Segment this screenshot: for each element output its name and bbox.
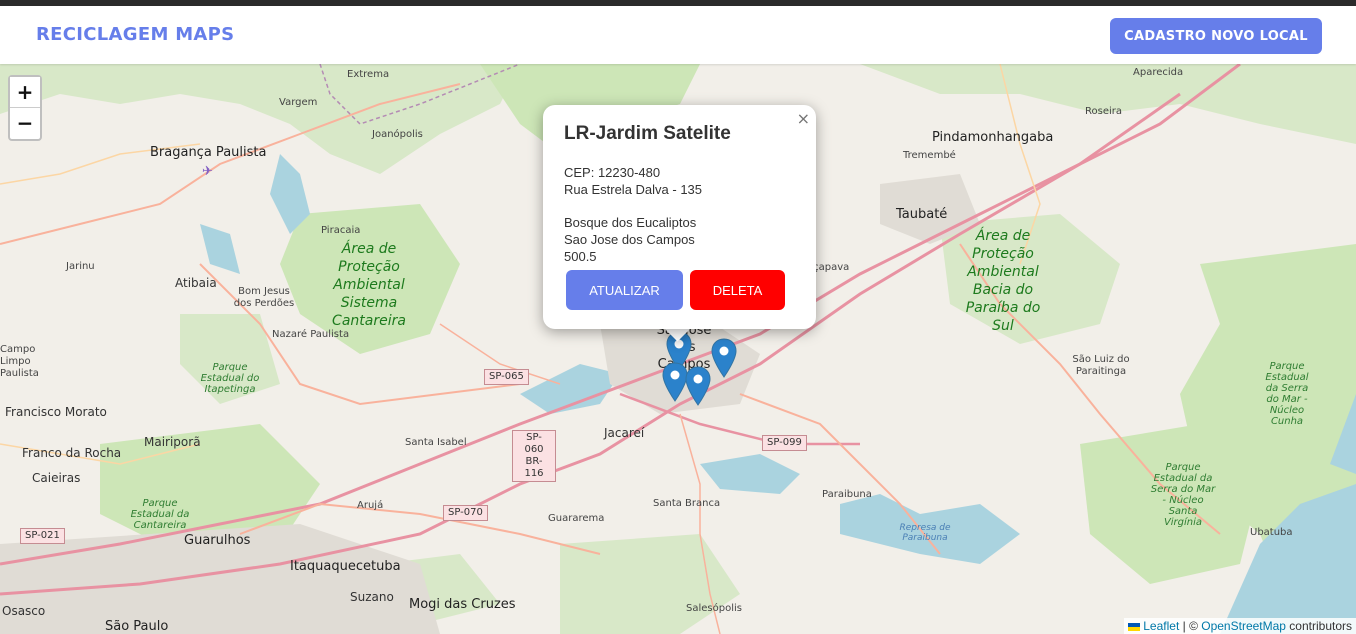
road-shield: SP-070 <box>443 505 488 521</box>
location-popup: × LR-Jardim Satelite CEP: 12230-480 Rua … <box>543 105 816 329</box>
city-label: São Luiz do Paraitinga <box>1072 354 1130 377</box>
city-label: Suzano <box>350 590 394 604</box>
city-label: Franco da Rocha <box>22 446 122 460</box>
zoom-in-button[interactable]: + <box>10 77 40 107</box>
protected-area-label: Área de Proteção Ambiental Sistema Canta… <box>332 241 406 329</box>
popup-street: Rua Estrela Dalva - 135 <box>564 182 703 197</box>
city-label: Paraibuna <box>822 489 872 500</box>
leaflet-link[interactable]: Leaflet <box>1143 619 1179 633</box>
cadastro-novo-local-button[interactable]: CADASTRO NOVO LOCAL <box>1110 18 1322 54</box>
update-button[interactable]: ATUALIZAR <box>566 270 683 310</box>
city-label: Bragança Paulista <box>150 145 267 160</box>
city-label: Mairiporã <box>144 435 201 449</box>
ukraine-flag-icon <box>1128 622 1141 631</box>
attribution-contributors: contributors <box>1285 619 1352 633</box>
popup-title: LR-Jardim Satelite <box>564 123 731 144</box>
city-label: Piracaia <box>321 225 361 236</box>
osm-link[interactable]: OpenStreetMap <box>1201 619 1286 633</box>
popup-cep: CEP: 12230-480 <box>564 165 661 180</box>
city-label: Vargem <box>279 97 318 108</box>
road-shield: SP-065 <box>484 369 529 385</box>
city-label: Extrema <box>347 69 390 80</box>
city-label: Tremembé <box>903 150 956 161</box>
city-label: Bom Jesus dos Perdões <box>233 286 295 309</box>
popup-neighborhood: Bosque dos Eucaliptos <box>564 215 697 230</box>
city-label: Ubatuba <box>1250 527 1293 538</box>
attribution-separator: | © <box>1179 619 1202 633</box>
airport-icon: ✈ <box>202 164 213 179</box>
road-shield-label: BR-116 <box>524 456 544 479</box>
city-label: Campo Limpo Paulista <box>0 344 39 379</box>
park-label: Parque Estadual da Cantareira <box>130 498 190 531</box>
city-label: Guarulhos <box>184 533 251 548</box>
city-label: Osasco <box>2 604 46 618</box>
park-label: Parque Estadual do Itapetinga <box>200 362 260 395</box>
city-label: Joanópolis <box>372 129 423 140</box>
road-shield: SP-021 <box>20 528 65 544</box>
city-label: São Paulo <box>105 619 169 634</box>
map-attribution: Leaflet | © OpenStreetMap contributors <box>1124 618 1356 634</box>
road-shield-label: SP-060 <box>524 432 544 455</box>
city-label: Salesópolis <box>686 603 742 614</box>
city-label: Arujá <box>357 500 384 511</box>
city-label: Jacareí <box>604 426 645 440</box>
reservoir-label: Represa de Paraibuna <box>899 523 951 543</box>
popup-value: 500.5 <box>564 249 597 264</box>
close-icon[interactable]: × <box>797 109 810 128</box>
city-label: Santa Branca <box>653 498 721 509</box>
city-label: Itaquaquecetuba <box>290 559 401 574</box>
park-label: Parque Estadual da Serra do Mar - Núcleo… <box>1150 462 1216 528</box>
city-label: Guararema <box>548 513 605 524</box>
delete-button[interactable]: DELETA <box>690 270 785 310</box>
map-container[interactable]: Extrema Aparecida Vargem Joanópolis Rose… <box>0 64 1356 634</box>
park-label: Parque Estadual da Serra do Mar - Núcleo… <box>1265 361 1309 427</box>
popup-city: Sao Jose dos Campos <box>564 232 695 247</box>
city-label: Pindamonhangaba <box>932 130 1054 145</box>
city-label: Caieiras <box>32 471 81 485</box>
location-marker-icon[interactable] <box>711 338 737 378</box>
city-label: Mogi das Cruzes <box>409 597 516 612</box>
navbar: RECICLAGEM MAPS CADASTRO NOVO LOCAL <box>0 6 1356 64</box>
zoom-out-button[interactable]: − <box>10 107 40 137</box>
protected-area-label: Área de Proteção Ambiental Bacia do Para… <box>965 228 1041 334</box>
city-label: Francisco Morato <box>5 405 107 419</box>
city-label: Jarinu <box>66 261 95 272</box>
location-marker-icon[interactable] <box>685 366 711 406</box>
zoom-control: + − <box>8 75 42 141</box>
city-label: Nazaré Paulista <box>272 329 350 340</box>
brand-title[interactable]: RECICLAGEM MAPS <box>36 24 234 45</box>
city-label: Taubaté <box>896 207 948 222</box>
city-label: Santa Isabel <box>405 437 467 448</box>
city-label: Aparecida <box>1133 67 1184 78</box>
city-label: Roseira <box>1085 106 1122 117</box>
city-label: Atibaia <box>175 276 217 290</box>
road-shield: SP-099 <box>762 435 807 451</box>
road-shield: SP-060 BR-116 <box>512 430 556 482</box>
